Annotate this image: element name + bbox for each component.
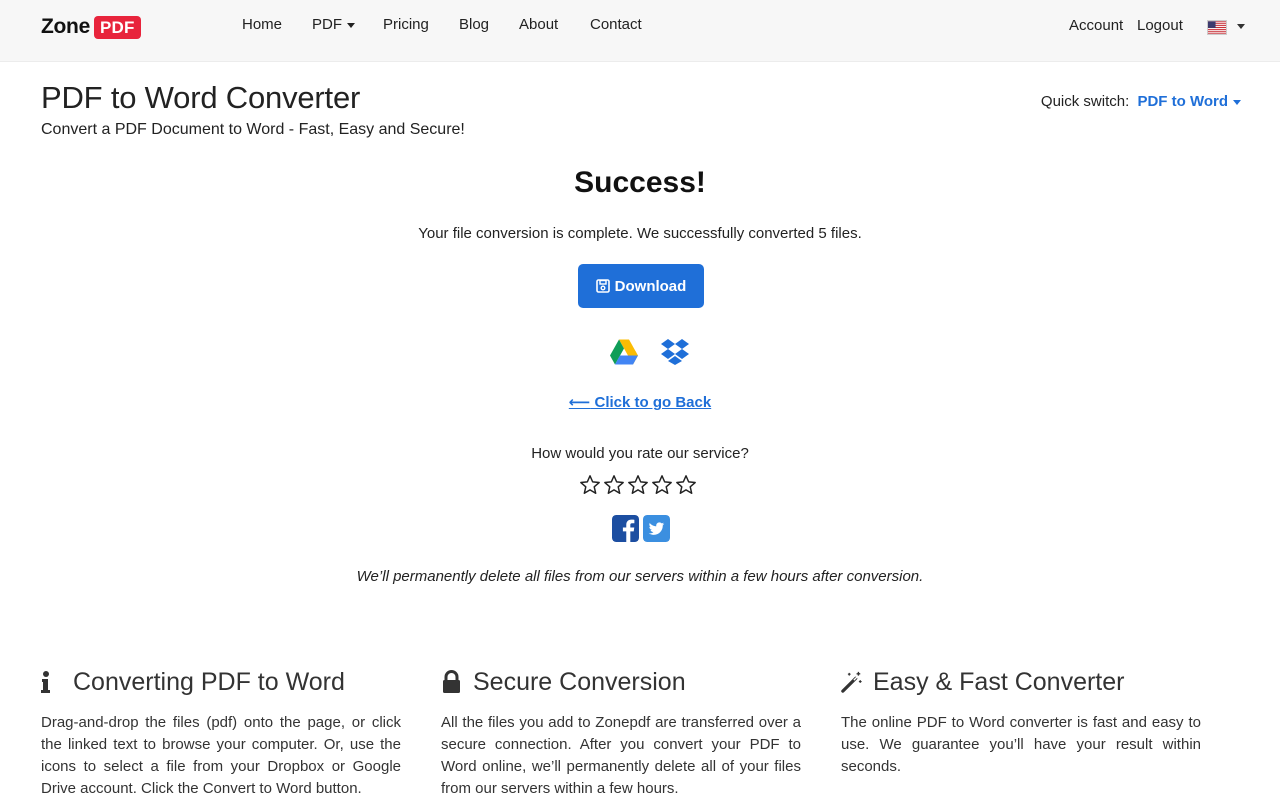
chevron-down-icon [1233,99,1241,105]
google-drive-icon[interactable] [609,337,639,367]
star-2-icon[interactable] [603,474,625,496]
star-5-icon[interactable] [675,474,697,496]
rating-question: How would you rate our service? [531,445,749,462]
star-1-icon[interactable] [579,474,601,496]
nav-pdf-label: PDF [312,16,342,33]
arrow-left-icon: ⟵ [568,394,591,411]
feature-title: Secure Conversion [473,667,686,696]
download-label: Download [614,277,687,295]
zonepdf-logo[interactable]: Zone PDF [41,14,141,40]
nav-home-link[interactable]: Home [242,16,282,33]
top-navigation-bar: Zone PDF Home PDF Pricing Blog About Con… [0,0,1280,62]
info-icon [41,671,50,693]
nav-blog-link[interactable]: Blog [459,16,489,33]
download-button[interactable]: Download [578,264,704,308]
star-4-icon[interactable] [651,474,673,496]
quick-switch: Quick switch: PDF to Word [1041,93,1241,110]
star-3-icon[interactable] [627,474,649,496]
success-title: Success! [574,166,706,199]
page-title: PDF to Word Converter [41,80,361,115]
nav-contact-link[interactable]: Contact [590,16,642,33]
nav-pdf-dropdown[interactable]: PDF [312,16,355,33]
quick-switch-value: PDF to Word [1137,93,1228,110]
us-flag-icon[interactable] [1207,20,1227,35]
feature-easy-fast: Easy & Fast Converter The online PDF to … [841,666,1201,778]
logo-pdf-badge: PDF [93,15,141,39]
magic-wand-icon [841,671,862,693]
logout-link[interactable]: Logout [1137,17,1183,34]
page-subtitle: Convert a PDF Document to Word - Fast, E… [41,121,465,138]
chevron-down-icon [347,22,355,28]
feature-title: Converting PDF to Word [73,667,345,696]
logo-zone-text: Zone [41,15,90,38]
feature-text: All the files you add to Zonepdf are tra… [441,714,801,797]
dropbox-icon[interactable] [660,337,690,367]
go-back-link[interactable]: ⟵ Click to go Back [0,393,1280,411]
facebook-share-icon[interactable] [612,515,639,542]
go-back-label: Click to go Back [594,394,712,411]
feature-title: Easy & Fast Converter [873,667,1125,696]
star-rating [579,474,697,496]
save-icon [595,279,610,293]
quick-switch-label: Quick switch: [1040,93,1130,110]
lock-icon [443,670,460,693]
feature-secure: Secure Conversion All the files you add … [441,666,801,800]
feature-text: The online PDF to Word converter is fast… [841,714,1201,775]
account-link[interactable]: Account [1069,17,1123,34]
language-chevron-down-icon[interactable] [1237,24,1245,29]
feature-text: Drag-and-drop the files (pdf) onto the p… [41,714,401,797]
nav-pricing-link[interactable]: Pricing [383,16,429,33]
nav-about-link[interactable]: About [519,16,558,33]
twitter-share-icon[interactable] [643,515,670,542]
privacy-note: We’ll permanently delete all files from … [356,568,924,585]
feature-converting: Converting PDF to Word Drag-and-drop the… [41,666,401,800]
quick-switch-dropdown[interactable]: PDF to Word [1137,93,1241,110]
conversion-message: Your file conversion is complete. We suc… [418,225,862,242]
